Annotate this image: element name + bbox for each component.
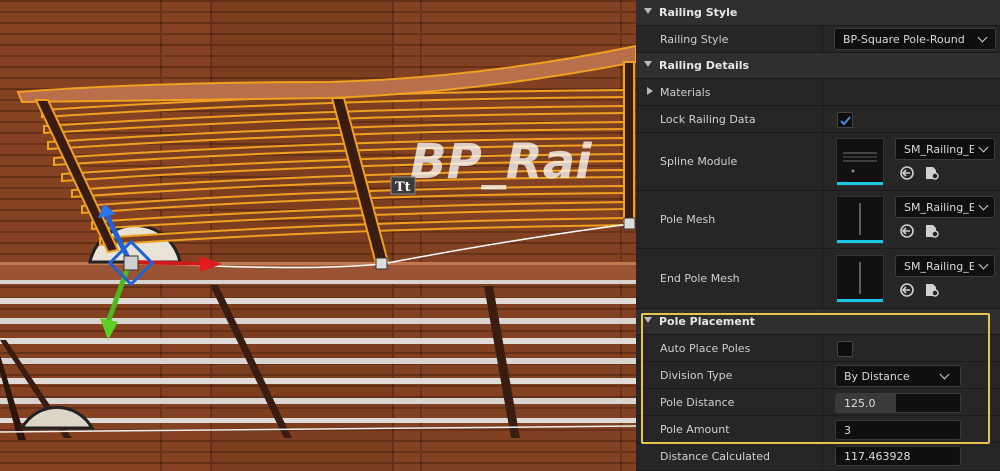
lock-railing-label: Lock Railing Data xyxy=(660,113,756,126)
auto-place-label: Auto Place Poles xyxy=(660,342,751,355)
railing-style-value: BP-Square Pole-Round B xyxy=(843,33,969,46)
category-railing-details[interactable]: Railing Details xyxy=(636,53,1000,79)
use-selected-asset-icon[interactable] xyxy=(899,165,915,181)
row-distance-calculated: Distance Calculated 117.463928 xyxy=(636,443,1000,471)
pole-distance-input[interactable]: 125.0 xyxy=(835,393,961,413)
distance-calculated-label: Distance Calculated xyxy=(660,450,770,463)
svg-text:Tt: Tt xyxy=(395,180,411,195)
viewport-scene[interactable]: BP_Rai Tt xyxy=(0,0,636,471)
category-railing-style[interactable]: Railing Style xyxy=(636,0,1000,26)
dropdown-chevron-icon xyxy=(978,259,989,270)
materials-label: Materials xyxy=(660,86,711,99)
checkmark-icon xyxy=(840,116,851,126)
distance-calculated-value: 117.463928 xyxy=(844,450,911,463)
distance-calculated-field[interactable]: 117.463928 xyxy=(835,446,961,466)
pole-amount-value: 3 xyxy=(844,424,851,437)
spline-module-thumbnail[interactable] xyxy=(836,138,884,186)
browse-asset-icon[interactable] xyxy=(924,282,940,298)
row-end-pole-mesh: End Pole Mesh SM_Railing_E xyxy=(636,249,1000,309)
row-pole-amount: Pole Amount 3 xyxy=(636,416,1000,443)
row-spline-module: Spline Module SM_Railing_E xyxy=(636,133,1000,191)
spline-module-asset-name: SM_Railing_E xyxy=(904,143,974,156)
level-viewport[interactable]: BP_Rai Tt xyxy=(0,0,636,471)
dropdown-chevron-icon xyxy=(977,32,988,43)
row-pole-mesh: Pole Mesh SM_Railing_E xyxy=(636,191,1000,249)
pole-mesh-asset-name: SM_Railing_E xyxy=(904,201,974,214)
end-pole-mesh-asset-name: SM_Railing_E xyxy=(904,260,974,273)
browse-asset-icon[interactable] xyxy=(924,223,940,239)
collapse-arrow-icon[interactable] xyxy=(644,317,652,323)
railing-style-dropdown[interactable]: BP-Square Pole-Round B xyxy=(834,28,996,50)
pole-amount-label: Pole Amount xyxy=(660,423,730,436)
text-actor-icon[interactable]: Tt xyxy=(390,176,416,195)
railing-pole-end xyxy=(623,61,635,224)
row-materials[interactable]: Materials xyxy=(636,79,1000,106)
dropdown-chevron-icon xyxy=(939,369,950,380)
use-selected-asset-icon[interactable] xyxy=(899,282,915,298)
end-pole-mesh-thumbnail[interactable] xyxy=(836,255,884,303)
row-lock-railing-data: Lock Railing Data xyxy=(636,106,1000,133)
category-title: Railing Details xyxy=(659,59,750,72)
spline-point-handle[interactable] xyxy=(623,217,636,230)
spline-module-asset-picker[interactable]: SM_Railing_E xyxy=(895,138,995,160)
railing-style-label: Railing Style xyxy=(660,33,729,46)
browse-asset-icon[interactable] xyxy=(924,165,940,181)
division-type-value: By Distance xyxy=(844,370,910,383)
lock-railing-checkbox[interactable] xyxy=(837,112,853,128)
row-auto-place-poles: Auto Place Poles xyxy=(636,335,1000,362)
auto-place-checkbox[interactable] xyxy=(837,341,853,357)
category-title: Pole Placement xyxy=(659,315,755,328)
pole-mesh-thumbnail[interactable] xyxy=(836,196,884,244)
row-railing-style: Railing Style BP-Square Pole-Round B xyxy=(636,26,1000,53)
category-title: Railing Style xyxy=(659,6,738,19)
spline-point-handle[interactable] xyxy=(375,257,388,270)
details-panel: Railing Style Railing Style BP-Square Po… xyxy=(636,0,1000,471)
row-division-type: Division Type By Distance xyxy=(636,362,1000,389)
category-pole-placement[interactable]: Pole Placement xyxy=(636,309,1000,335)
collapse-arrow-icon[interactable] xyxy=(644,61,652,67)
bp-railing-text-actor: BP_Rai xyxy=(410,134,592,190)
pole-mesh-asset-picker[interactable]: SM_Railing_E xyxy=(895,196,995,218)
end-pole-mesh-label: End Pole Mesh xyxy=(660,272,740,285)
row-pole-distance: Pole Distance 125.0 xyxy=(636,389,1000,416)
pole-distance-label: Pole Distance xyxy=(660,396,735,409)
spline-module-label: Spline Module xyxy=(660,155,738,168)
pole-distance-value: 125.0 xyxy=(844,397,876,410)
pole-mesh-label: Pole Mesh xyxy=(660,213,716,226)
dropdown-chevron-icon xyxy=(978,200,989,211)
division-type-label: Division Type xyxy=(660,369,733,382)
dropdown-chevron-icon xyxy=(978,142,989,153)
expand-arrow-icon[interactable] xyxy=(647,87,653,95)
use-selected-asset-icon[interactable] xyxy=(899,223,915,239)
division-type-dropdown[interactable]: By Distance xyxy=(835,365,961,387)
pole-amount-input[interactable]: 3 xyxy=(835,420,961,440)
end-pole-mesh-asset-picker[interactable]: SM_Railing_E xyxy=(895,255,995,277)
collapse-arrow-icon[interactable] xyxy=(644,8,652,14)
